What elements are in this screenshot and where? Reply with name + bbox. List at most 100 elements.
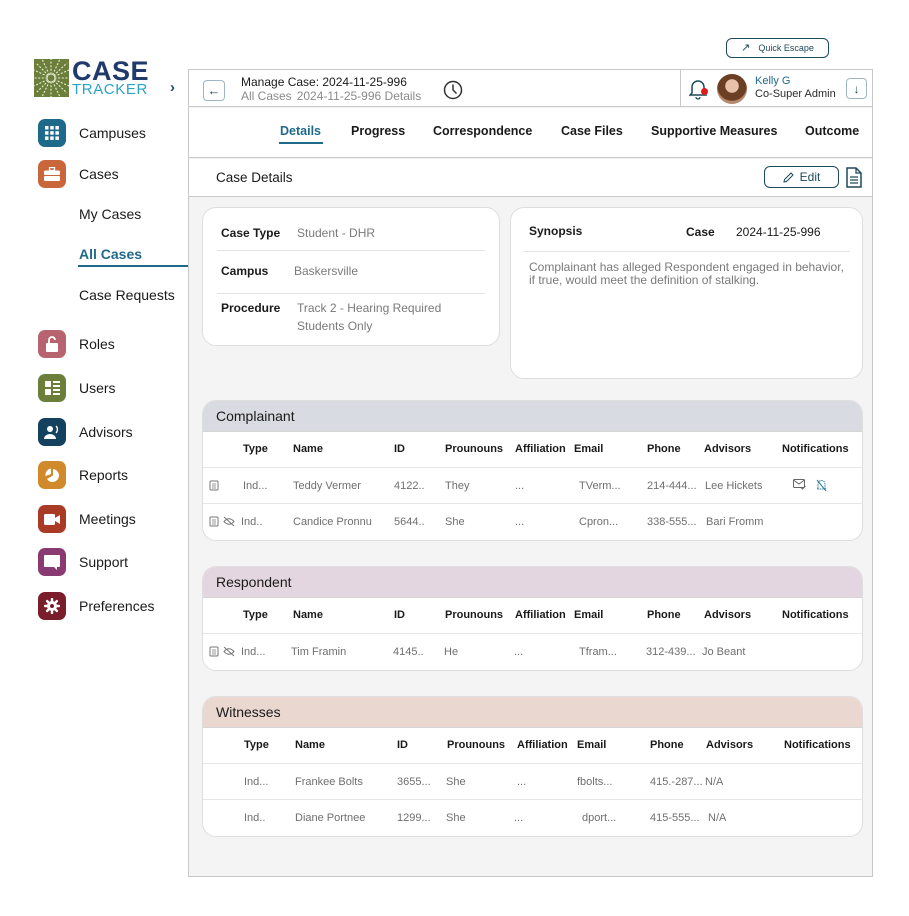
user-name[interactable]: Kelly G bbox=[755, 75, 790, 87]
document-icon[interactable] bbox=[846, 167, 862, 193]
sidebar-item-cases[interactable]: Cases bbox=[38, 159, 119, 189]
table-row[interactable]: Ind... Teddy Vermer 4122.. They ... TVer… bbox=[203, 468, 862, 504]
tab-outcome[interactable]: Outcome bbox=[805, 124, 859, 138]
table-header-row: Type Name ID Prounouns Affiliation Email… bbox=[203, 728, 862, 764]
sidebar-item-campuses[interactable]: Campuses bbox=[38, 118, 146, 148]
back-button[interactable]: ← bbox=[203, 80, 225, 101]
cell-advisor: N/A bbox=[708, 812, 727, 824]
cell-affiliation: ... bbox=[515, 480, 525, 492]
document-icon[interactable] bbox=[209, 646, 219, 657]
eye-off-icon[interactable] bbox=[223, 646, 235, 657]
column-header: ID bbox=[397, 739, 408, 751]
column-header: Notifications bbox=[782, 443, 849, 455]
tab-correspondence[interactable]: Correspondence bbox=[433, 124, 532, 138]
grid-icon bbox=[38, 119, 66, 147]
column-header: Email bbox=[574, 443, 604, 455]
cell-phone: 214-444... bbox=[647, 480, 697, 492]
gear-icon bbox=[38, 592, 66, 620]
sidebar-item-label: Reports bbox=[79, 467, 129, 483]
user-menu-button[interactable]: ↓ bbox=[846, 78, 867, 99]
sidebar-item-label: Roles bbox=[79, 336, 115, 352]
cell-affiliation: ... bbox=[514, 646, 524, 658]
notification-dot bbox=[701, 88, 708, 95]
section-header: Case Details Edit bbox=[189, 159, 872, 197]
document-icon[interactable] bbox=[209, 480, 219, 491]
cell-affiliation: ... bbox=[514, 812, 524, 824]
cell-email: TVerm... bbox=[579, 480, 621, 492]
logo: CASE TRACKER bbox=[34, 56, 150, 97]
table-row[interactable]: Ind... Tim Framin 4145.. He ... Tfram...… bbox=[203, 634, 862, 670]
logo-sunburst-icon bbox=[34, 59, 69, 97]
column-header: Notifications bbox=[784, 739, 851, 751]
divider bbox=[217, 250, 485, 251]
divider bbox=[217, 293, 485, 294]
cell-pronouns: They bbox=[445, 480, 470, 492]
clock-history-icon[interactable] bbox=[443, 80, 463, 105]
sidebar-item-meetings[interactable]: Meetings bbox=[38, 504, 136, 534]
cell-phone: 415.-287... bbox=[650, 776, 703, 788]
document-icon[interactable] bbox=[209, 516, 219, 527]
quick-escape-button[interactable]: ↗ Quick Escape bbox=[726, 38, 829, 58]
tab-case-files[interactable]: Case Files bbox=[561, 124, 623, 138]
cell-affiliation: ... bbox=[515, 516, 525, 528]
arrow-left-icon: ← bbox=[207, 83, 221, 98]
breadcrumb-all-cases[interactable]: All Cases bbox=[241, 89, 292, 103]
pie-chart-icon bbox=[38, 461, 66, 489]
mail-check-icon[interactable] bbox=[793, 479, 806, 490]
lock-open-icon bbox=[38, 330, 66, 358]
cell-type: Ind... bbox=[241, 646, 266, 658]
edit-button[interactable]: Edit bbox=[764, 166, 839, 188]
table-row[interactable]: Ind.. Diane Portnee 1299... She ... dpor… bbox=[203, 800, 862, 836]
column-header: Advisors bbox=[704, 443, 752, 455]
cell-advisor: Bari Fromm bbox=[706, 516, 764, 528]
column-header: Type bbox=[243, 443, 268, 455]
section-title: Case Details bbox=[216, 170, 293, 185]
sidebar-item-support[interactable]: Support bbox=[38, 547, 128, 577]
bell-off-icon[interactable] bbox=[816, 479, 827, 492]
column-header: Affiliation bbox=[515, 443, 566, 455]
sidebar-subitem-case-requests[interactable]: Case Requests bbox=[79, 287, 175, 303]
sidebar-item-advisors[interactable]: Advisors bbox=[38, 417, 133, 447]
sidebar-item-preferences[interactable]: Preferences bbox=[38, 591, 154, 621]
sidebar-subitem-all-cases[interactable]: All Cases bbox=[79, 246, 142, 262]
table-row[interactable]: Ind.. Candice Pronnu 5644.. She ... Cpro… bbox=[203, 504, 862, 540]
cell-pronouns: She bbox=[446, 812, 466, 824]
header-bar: ← Manage Case: 2024-11-25-996 All Cases 2… bbox=[189, 70, 872, 107]
active-indicator bbox=[78, 265, 188, 267]
cell-email: dport... bbox=[582, 812, 617, 824]
column-header: Phone bbox=[650, 739, 684, 751]
chevron-right-icon[interactable]: › bbox=[170, 79, 175, 96]
cell-name: Tim Framin bbox=[291, 646, 347, 658]
sidebar-item-reports[interactable]: Reports bbox=[38, 460, 128, 490]
logo-case-text: CASE bbox=[72, 56, 150, 86]
cell-advisor: N/A bbox=[705, 776, 724, 788]
cell-type: Ind... bbox=[244, 776, 269, 788]
sidebar-item-users[interactable]: Users bbox=[38, 373, 116, 403]
cell-name: Diane Portnee bbox=[295, 812, 366, 824]
sidebar-item-roles[interactable]: Roles bbox=[38, 329, 115, 359]
chat-icon bbox=[38, 548, 66, 576]
user-list-icon bbox=[38, 374, 66, 402]
witnesses-table: Witnesses Type Name ID Prounouns Affilia… bbox=[202, 696, 863, 837]
cell-affiliation: ... bbox=[517, 776, 527, 788]
cell-id: 1299... bbox=[397, 812, 431, 824]
table-row[interactable]: Ind... Frankee Bolts 3655... She ... fbo… bbox=[203, 764, 862, 800]
tab-progress[interactable]: Progress bbox=[351, 124, 405, 138]
sidebar-subitem-my-cases[interactable]: My Cases bbox=[79, 206, 141, 222]
column-header: Prounouns bbox=[445, 443, 504, 455]
avatar[interactable] bbox=[717, 74, 747, 104]
edit-label: Edit bbox=[799, 170, 821, 184]
cell-email: Cpron... bbox=[579, 516, 619, 528]
complainant-table: Complainant Type Name ID Prounouns Affil… bbox=[202, 400, 863, 541]
eye-off-icon[interactable] bbox=[223, 516, 235, 527]
cell-phone: 312-439... bbox=[646, 646, 696, 658]
synopsis-label: Synopsis bbox=[529, 224, 583, 238]
table-title: Complainant bbox=[203, 401, 862, 432]
divider bbox=[523, 251, 850, 252]
info-label: Case Type bbox=[221, 226, 281, 240]
tab-details[interactable]: Details bbox=[280, 124, 321, 138]
tab-supportive-measures[interactable]: Supportive Measures bbox=[651, 124, 777, 138]
cell-id: 4122.. bbox=[394, 480, 425, 492]
cell-advisor: Lee Hickets bbox=[705, 480, 763, 492]
column-header: Affiliation bbox=[517, 739, 568, 751]
